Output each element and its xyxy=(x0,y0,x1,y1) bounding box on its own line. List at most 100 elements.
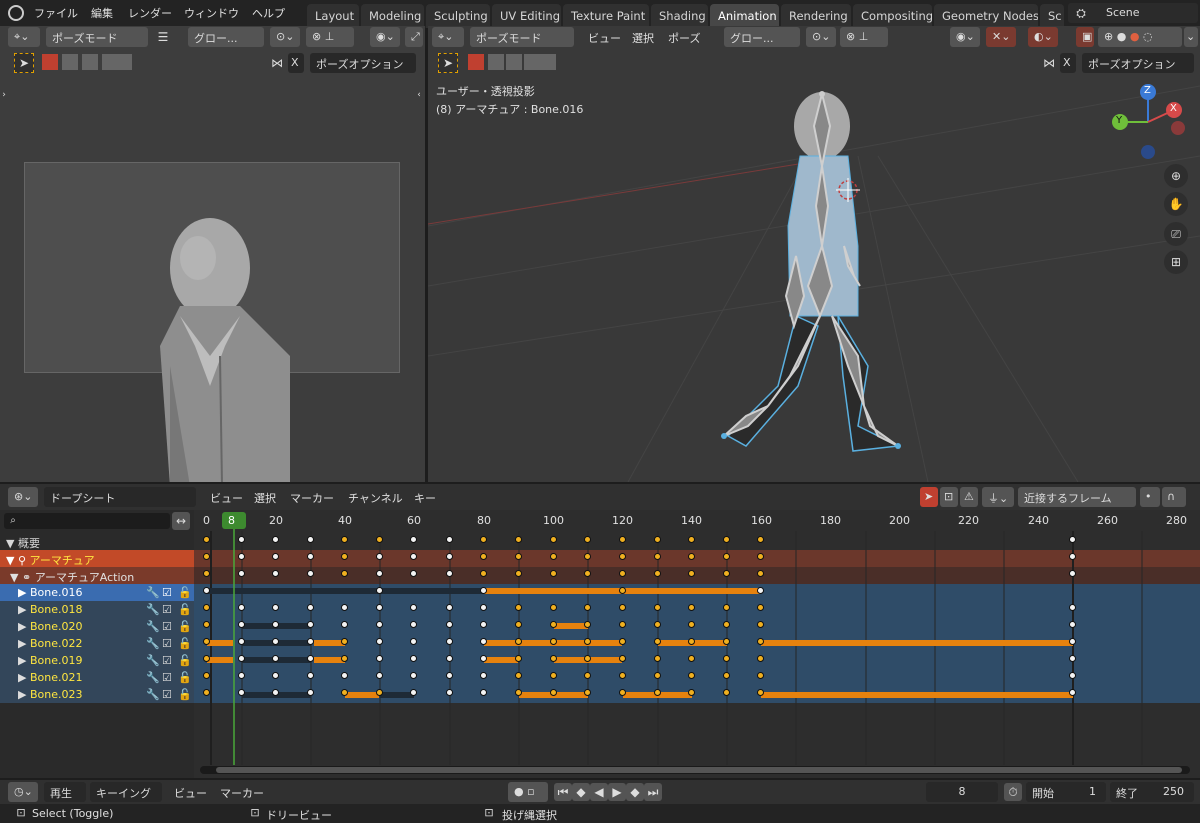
checkbox-icon[interactable]: ☑ xyxy=(162,586,172,599)
menu-help[interactable]: ヘルプ xyxy=(252,5,285,21)
keyframe-icon[interactable] xyxy=(723,655,730,662)
keyframe-icon[interactable] xyxy=(376,638,383,645)
expand-summary-icon[interactable]: ▼ xyxy=(6,537,14,550)
keyframe-icon[interactable] xyxy=(272,621,279,628)
perspective-grid-icon[interactable]: ⊞ xyxy=(1164,250,1188,274)
keyframe-icon[interactable] xyxy=(584,536,591,543)
keyframe-icon[interactable] xyxy=(307,672,314,679)
keyframe-icon[interactable] xyxy=(688,672,695,679)
keyframe-icon[interactable] xyxy=(757,536,764,543)
keyframe-icon[interactable] xyxy=(619,621,626,628)
keyframe-icon[interactable] xyxy=(584,604,591,611)
keyframe-icon[interactable] xyxy=(688,689,695,696)
keyframe-icon[interactable] xyxy=(238,689,245,696)
keyframe-icon[interactable] xyxy=(619,587,626,594)
lock-icon[interactable]: 🔓 xyxy=(178,671,192,684)
ds-menu-channel[interactable]: チャンネル xyxy=(348,490,403,506)
tab-layout[interactable]: Layout xyxy=(307,4,359,28)
keyframe-icon[interactable] xyxy=(480,570,487,577)
keyframe-icon[interactable] xyxy=(480,604,487,611)
keyframe-icon[interactable] xyxy=(654,689,661,696)
keyframe-icon[interactable] xyxy=(723,570,730,577)
keyframe-icon[interactable] xyxy=(757,689,764,696)
keyframe-icon[interactable] xyxy=(1069,553,1076,560)
keyframe-icon[interactable] xyxy=(410,536,417,543)
keyframe-icon[interactable] xyxy=(203,655,210,662)
swap-direction-icon[interactable]: ↔ xyxy=(172,512,190,530)
keyframe-icon[interactable] xyxy=(1069,621,1076,628)
keyframe-icon[interactable] xyxy=(341,689,348,696)
channel-bone[interactable]: ▶ Bone.022 🔧 ☑ 🔓 xyxy=(0,635,194,652)
intersect-selection-icon[interactable] xyxy=(116,54,132,70)
jump-to-start-icon[interactable]: ⏮ xyxy=(554,783,572,801)
keyframe-icon[interactable] xyxy=(376,604,383,611)
start-frame-field[interactable]: 開始 1 xyxy=(1026,782,1106,802)
keyframe-icon[interactable] xyxy=(203,570,210,577)
keyframe-icon[interactable] xyxy=(688,621,695,628)
only-errors-toggle[interactable]: ⚠ xyxy=(960,487,978,507)
keyframe-icon[interactable] xyxy=(238,604,245,611)
left-pose-options-dropdown[interactable]: ポーズオプション xyxy=(310,53,416,73)
checkbox-icon[interactable]: ☑ xyxy=(162,637,172,650)
keyframe-icon[interactable] xyxy=(376,570,383,577)
keyframe-icon[interactable] xyxy=(654,604,661,611)
keyframe-icon[interactable] xyxy=(307,621,314,628)
mirror-icon[interactable]: ⋈ xyxy=(268,54,286,72)
zoom-icon[interactable]: ⊕ xyxy=(1164,164,1188,188)
jump-next-keyframe-icon[interactable]: ◆ xyxy=(626,783,644,801)
tab-compositing[interactable]: Compositing xyxy=(853,4,932,28)
keyframe-icon[interactable] xyxy=(341,536,348,543)
keyframe-icon[interactable] xyxy=(654,536,661,543)
keyframe-icon[interactable] xyxy=(515,672,522,679)
tab-rendering[interactable]: Rendering xyxy=(781,4,851,28)
keyframe-icon[interactable] xyxy=(723,689,730,696)
keyframe-icon[interactable] xyxy=(723,553,730,560)
keyframe-icon[interactable] xyxy=(341,672,348,679)
timeline-menu-view[interactable]: ビュー xyxy=(174,785,207,801)
tab-animation[interactable]: Animation xyxy=(710,4,779,28)
current-frame-field[interactable]: 8 xyxy=(926,782,998,802)
keyframe-icon[interactable] xyxy=(550,689,557,696)
keyframe-icon[interactable] xyxy=(410,621,417,628)
checkbox-icon[interactable]: ☑ xyxy=(162,654,172,667)
keyframe-icon[interactable] xyxy=(515,638,522,645)
navigation-gizmo[interactable]: Z Y X xyxy=(1108,82,1196,162)
auto-keying-toggle[interactable]: ● ▫ xyxy=(508,782,548,802)
keyframe-icon[interactable] xyxy=(410,689,417,696)
tab-geometry-nodes[interactable]: Geometry Nodes xyxy=(934,4,1038,28)
scene-selector[interactable]: ⛭ Scene xyxy=(1068,3,1198,23)
keyframe-icon[interactable] xyxy=(376,621,383,628)
checkbox-icon[interactable]: ☑ xyxy=(162,671,172,684)
keyframe-icon[interactable] xyxy=(480,672,487,679)
keyframe-icon[interactable] xyxy=(238,553,245,560)
keyframe-icon[interactable] xyxy=(446,672,453,679)
keyframe-icon[interactable] xyxy=(238,655,245,662)
select-box-mode-icon[interactable] xyxy=(42,54,58,70)
keyframe-icon[interactable] xyxy=(619,638,626,645)
keyframe-icon[interactable] xyxy=(654,638,661,645)
keyframe-icon[interactable] xyxy=(238,621,245,628)
left-x-axis-button[interactable]: X xyxy=(288,53,304,73)
only-selected-toggle[interactable]: ➤ xyxy=(920,487,938,507)
keyframe-icon[interactable] xyxy=(341,621,348,628)
ds-menu-marker[interactable]: マーカー xyxy=(290,490,334,506)
timeline-editor-type-button[interactable]: ◷⌄ xyxy=(8,782,38,802)
keyframe-icon[interactable] xyxy=(446,638,453,645)
keyframe-icon[interactable] xyxy=(272,638,279,645)
keyframe-icon[interactable] xyxy=(203,553,210,560)
filters-dropdown[interactable]: ⏚⌄ xyxy=(982,487,1014,507)
keyframe-icon[interactable] xyxy=(376,655,383,662)
keyframe-icon[interactable] xyxy=(272,655,279,662)
ds-menu-key[interactable]: キー xyxy=(414,490,436,506)
end-frame-field[interactable]: 終了 250 xyxy=(1110,782,1194,802)
keyframe-icon[interactable] xyxy=(1069,638,1076,645)
keyframe-icon[interactable] xyxy=(410,570,417,577)
keyframe-icon[interactable] xyxy=(619,655,626,662)
keying-menu[interactable]: キーイング xyxy=(90,782,162,802)
checkbox-icon[interactable]: ☑ xyxy=(162,603,172,616)
keyframe-icon[interactable] xyxy=(376,553,383,560)
expand-action-icon[interactable]: ▼ xyxy=(10,571,18,584)
keyframe-icon[interactable] xyxy=(757,570,764,577)
keyframe-icon[interactable] xyxy=(203,689,210,696)
keyframe-icon[interactable] xyxy=(515,604,522,611)
